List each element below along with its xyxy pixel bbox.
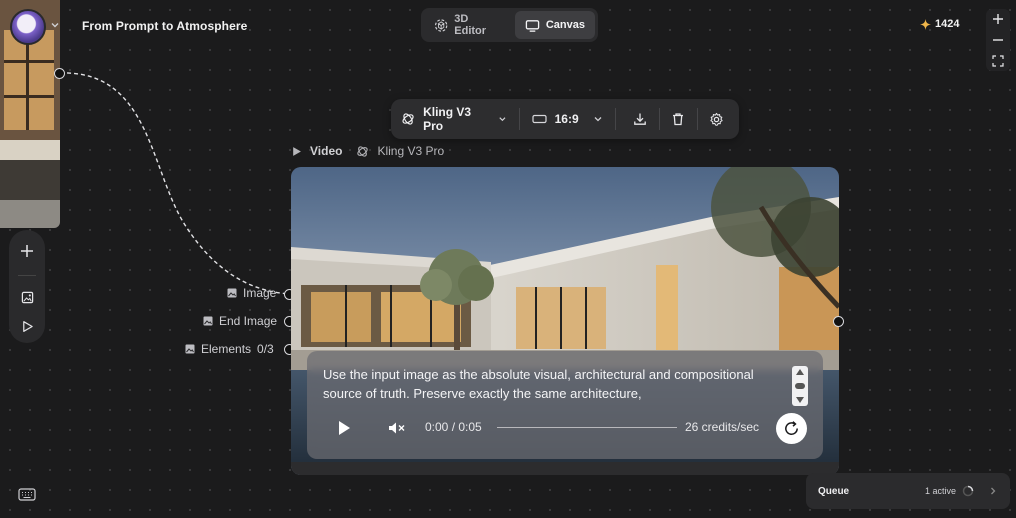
playback-time: 0:00 / 0:05 bbox=[425, 420, 482, 434]
credit-rate: 26 credits/sec bbox=[685, 420, 760, 434]
kling-logo-icon bbox=[357, 145, 369, 157]
scroll-thumb-icon[interactable] bbox=[795, 383, 805, 389]
queue-status: 1 active bbox=[925, 485, 998, 497]
aspect-ratio-selector[interactable]: 16:9 bbox=[532, 112, 603, 126]
refresh-icon bbox=[785, 421, 798, 435]
scroll-up-icon[interactable] bbox=[795, 368, 805, 376]
node-model-label: Kling V3 Pro bbox=[377, 144, 445, 158]
thumbnail-output-port[interactable] bbox=[54, 68, 65, 79]
chevron-down-icon bbox=[499, 117, 506, 122]
plus-icon bbox=[21, 245, 33, 258]
scroll-down-icon[interactable] bbox=[795, 396, 805, 404]
input-end-image-label: End Image bbox=[203, 314, 277, 328]
input-elements-count: 0/3 bbox=[257, 342, 274, 356]
delete-button[interactable] bbox=[666, 105, 691, 133]
aspect-ratio-icon bbox=[532, 114, 547, 124]
video-player-controls: 0:00 / 0:05 26 credits/sec bbox=[323, 413, 807, 444]
image-icon bbox=[227, 288, 237, 298]
chevron-down-icon bbox=[594, 117, 602, 122]
play-triangle-icon bbox=[293, 146, 301, 156]
trash-icon bbox=[673, 113, 684, 126]
model-selector[interactable]: Kling V3 Pro bbox=[401, 105, 507, 133]
play-icon[interactable] bbox=[337, 420, 351, 436]
connection-edge bbox=[59, 72, 291, 295]
credits-balance[interactable]: 1424 bbox=[920, 18, 959, 30]
prompt-player-overlay: Use the input image as the absolute visu… bbox=[307, 351, 823, 459]
node-toolbar: Kling V3 Pro 16:9 bbox=[391, 99, 739, 139]
left-toolbar bbox=[9, 230, 45, 343]
add-node-button[interactable] bbox=[13, 238, 41, 264]
tab-canvas-label: Canvas bbox=[545, 19, 585, 31]
mute-icon[interactable] bbox=[388, 421, 406, 435]
zoom-controls bbox=[986, 9, 1010, 71]
settings-button[interactable] bbox=[704, 105, 729, 133]
credits-value: 1424 bbox=[935, 18, 960, 30]
add-image-button[interactable] bbox=[13, 284, 41, 310]
toolbar-divider bbox=[696, 108, 698, 130]
zoom-out-icon[interactable] bbox=[992, 34, 1004, 46]
toolbar-divider bbox=[658, 108, 660, 130]
node-type-label: Video bbox=[310, 144, 343, 158]
tab-3d-editor[interactable]: 3D Editor bbox=[424, 11, 511, 39]
gear-icon bbox=[710, 112, 723, 126]
node-header[interactable]: Video Kling V3 Pro bbox=[291, 144, 444, 158]
zoom-in-icon[interactable] bbox=[992, 13, 1004, 25]
keyboard-shortcuts-button[interactable] bbox=[18, 486, 36, 502]
output-port[interactable] bbox=[833, 316, 844, 327]
download-button[interactable] bbox=[628, 105, 653, 133]
input-image-text: Image bbox=[243, 286, 277, 300]
monitor-icon bbox=[525, 19, 540, 32]
input-elements-label: Elements 0/3 bbox=[185, 342, 274, 356]
playback-progress-bar[interactable] bbox=[497, 427, 677, 428]
prompt-scroll-control[interactable] bbox=[792, 366, 808, 406]
prompt-text[interactable]: Use the input image as the absolute visu… bbox=[323, 365, 777, 405]
chevron-right-icon[interactable] bbox=[988, 486, 998, 496]
image-icon bbox=[21, 291, 33, 304]
queue-status-text: 1 active bbox=[924, 486, 956, 496]
keyboard-icon bbox=[18, 488, 36, 501]
input-end-image-text: End Image bbox=[219, 314, 278, 328]
kling-logo-icon bbox=[402, 113, 414, 125]
tab-canvas[interactable]: Canvas bbox=[514, 11, 595, 39]
add-video-button[interactable] bbox=[13, 314, 41, 340]
mode-switch: 3D Editor Canvas bbox=[421, 8, 598, 42]
toolbar-divider bbox=[18, 275, 36, 277]
image-icon bbox=[203, 316, 213, 326]
input-elements-text: Elements bbox=[201, 342, 252, 356]
tab-3d-editor-label: 3D Editor bbox=[454, 13, 487, 37]
toolbar-divider bbox=[518, 108, 520, 130]
image-icon bbox=[185, 344, 195, 354]
3d-cube-icon bbox=[434, 18, 448, 32]
download-icon bbox=[634, 113, 647, 125]
input-image-label: Image bbox=[227, 286, 276, 300]
spinner-icon bbox=[962, 485, 974, 497]
sparkle-icon bbox=[920, 18, 931, 30]
fit-view-icon[interactable] bbox=[992, 55, 1004, 67]
queue-title: Queue bbox=[818, 485, 850, 497]
queue-panel[interactable]: Queue 1 active bbox=[806, 473, 1010, 509]
toolbar-divider bbox=[614, 108, 616, 130]
play-outline-icon bbox=[22, 321, 33, 333]
regenerate-button[interactable] bbox=[776, 413, 807, 444]
model-selector-label: Kling V3 Pro bbox=[423, 105, 472, 133]
aspect-ratio-label: 16:9 bbox=[554, 112, 579, 126]
